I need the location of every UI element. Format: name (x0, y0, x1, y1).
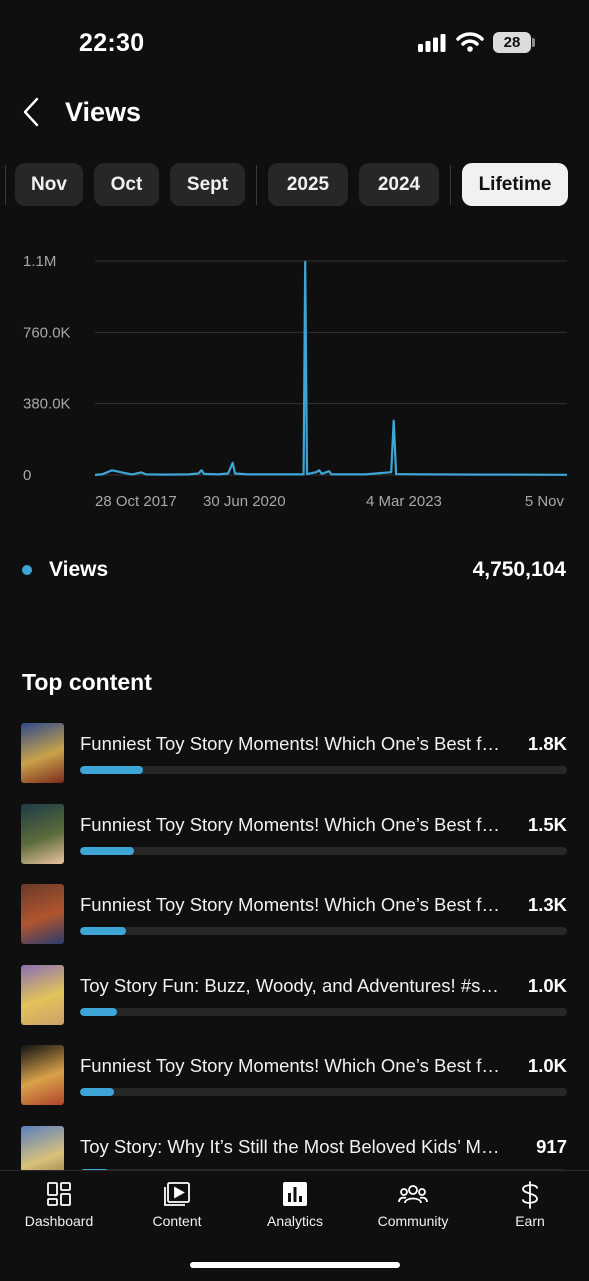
chip-sept[interactable]: Sept (170, 163, 245, 206)
chip-nov[interactable]: Nov (15, 163, 83, 206)
views-summary: Views 4,750,104 (0, 552, 589, 588)
video-thumbnail (21, 1125, 64, 1170)
chip-2025[interactable]: 2025 (268, 163, 348, 206)
share-bar-fill (80, 1088, 115, 1096)
video-thumbnail (21, 723, 64, 783)
tab-label: Analytics (266, 1213, 324, 1229)
top-content-list: Funniest Toy Story Moments! Which One’s … (0, 723, 589, 1170)
tab-dashboard[interactable]: Dashboard (0, 1171, 118, 1241)
top-content-row[interactable]: Funniest Toy Story Moments! Which One’s … (0, 723, 589, 785)
video-title: Funniest Toy Story Moments! Which One’s … (80, 813, 508, 835)
top-content-row[interactable]: Funniest Toy Story Moments! Which One’s … (0, 1045, 589, 1107)
battery-nub (532, 38, 535, 47)
video-view-count: 1.8K (527, 733, 567, 754)
top-content-row[interactable]: Funniest Toy Story Moments! Which One’s … (0, 884, 589, 946)
video-view-count: 1.0K (527, 974, 567, 996)
community-icon (398, 1185, 428, 1204)
video-title: Funniest Toy Story Moments! Which One’s … (80, 894, 508, 915)
tab-label: Earn (515, 1213, 545, 1229)
video-view-count: 917 (536, 1135, 567, 1157)
y-tick-label: 380.0K (23, 396, 71, 413)
video-title: Funniest Toy Story Moments! Which One’s … (80, 1055, 508, 1076)
tab-earn[interactable]: Earn (471, 1171, 589, 1241)
chip-divider (450, 165, 451, 205)
chip-2024[interactable]: 2024 (359, 163, 439, 206)
video-thumbnail (21, 803, 64, 864)
top-content-row[interactable]: Funniest Toy Story Moments! Which One’s … (0, 803, 589, 866)
video-view-count: 1.5K (527, 813, 567, 835)
share-bar-track (80, 766, 567, 774)
y-tick-label: 1.1M (23, 253, 56, 270)
video-view-count: 1.0K (527, 1055, 567, 1076)
video-title: Toy Story: Why It’s Still the Most Belov… (80, 1135, 508, 1157)
cellular-signal-icon (418, 34, 446, 52)
status-time: 22:30 (79, 29, 145, 57)
dashboard-icon (47, 1182, 71, 1206)
video-view-count: 1.3K (527, 894, 567, 915)
chip-lifetime[interactable]: Lifetime (462, 163, 568, 206)
tab-analytics[interactable]: Analytics (236, 1171, 354, 1241)
chip-oct[interactable]: Oct (94, 163, 159, 206)
video-thumbnail (21, 1045, 64, 1105)
home-indicator (190, 1262, 400, 1268)
wifi-icon (456, 32, 484, 52)
top-content-row[interactable]: Toy Story Fun: Buzz, Woody, and Adventur… (0, 964, 589, 1027)
analytics-icon (283, 1182, 307, 1206)
y-tick-label: 760.0K (23, 324, 71, 341)
series-legend-dot (22, 565, 32, 575)
x-tick-label: 5 Nov (525, 493, 565, 510)
y-tick-label: 0 (23, 467, 31, 484)
earn-icon (522, 1181, 538, 1209)
share-bar-fill (80, 846, 134, 855)
period-chip-bar: Nov Oct Sept 2025 2024 Lifetime (0, 163, 589, 207)
tab-label: Community (377, 1213, 449, 1229)
battery-indicator: 28 (493, 32, 531, 53)
video-thumbnail (21, 884, 64, 944)
share-bar-fill (80, 927, 127, 935)
summary-label: Views (49, 558, 109, 581)
content-icon (164, 1182, 190, 1206)
video-thumbnail (21, 964, 64, 1025)
share-bar-fill (80, 766, 144, 774)
share-bar-track (80, 846, 567, 855)
summary-value: 4,750,104 (472, 558, 566, 581)
tab-label: Dashboard (24, 1213, 94, 1229)
status-bar: 22:30 28 (0, 0, 589, 86)
video-title: Toy Story Fun: Buzz, Woody, and Adventur… (80, 974, 508, 996)
tab-label: Content (152, 1213, 202, 1229)
views-series-line (94, 260, 568, 477)
chip-divider (256, 165, 257, 205)
share-bar-track (80, 927, 567, 935)
share-bar-track (80, 1088, 567, 1096)
x-tick-label: 30 Jun 2020 (203, 493, 286, 510)
chip-divider (5, 165, 6, 205)
share-bar-track (80, 1007, 567, 1016)
page-title: Views (65, 97, 142, 127)
back-chevron-icon[interactable] (20, 96, 44, 128)
x-tick-label: 28 Oct 2017 (95, 493, 177, 510)
views-line-chart[interactable]: 1.1M 760.0K 380.0K 0 28 Oct 2017 30 Jun 2020 4… (0, 240, 589, 520)
tab-content[interactable]: Content (118, 1171, 236, 1241)
video-title: Funniest Toy Story Moments! Which One’s … (80, 733, 508, 754)
x-tick-label: 4 Mar 2023 (366, 493, 442, 510)
section-title-top-content: Top content (22, 669, 152, 695)
top-content-row[interactable]: Toy Story: Why It’s Still the Most Belov… (0, 1125, 589, 1170)
tab-community[interactable]: Community (354, 1171, 472, 1241)
page-header: Views (0, 86, 589, 142)
share-bar-fill (80, 1007, 117, 1016)
